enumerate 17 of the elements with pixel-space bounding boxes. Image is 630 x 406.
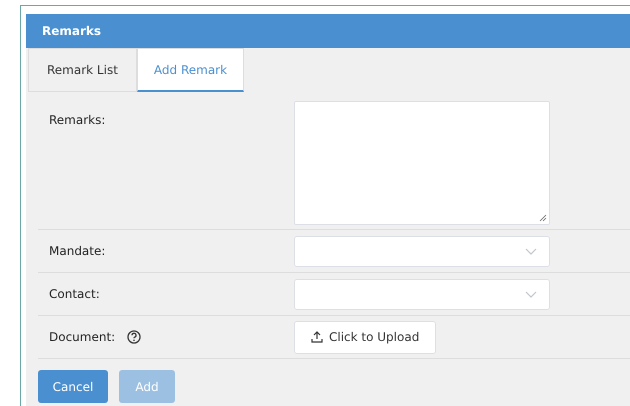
cancel-button[interactable]: Cancel: [38, 370, 108, 403]
field-label: Remarks:: [49, 113, 106, 127]
tab[interactable]: Add Remark: [136, 48, 244, 92]
field-label: Mandate:: [49, 244, 106, 258]
field-label: Contact:: [49, 287, 100, 301]
select-field[interactable]: [294, 236, 550, 266]
upload-button[interactable]: Click to Upload: [294, 320, 436, 354]
field-label: Document:: [49, 330, 116, 344]
chevron-down-icon: [525, 248, 537, 254]
resize-grip-icon[interactable]: [539, 214, 547, 222]
upload-icon: [311, 331, 323, 343]
chevron-down-icon: [525, 290, 537, 298]
select-field[interactable]: [294, 278, 550, 310]
help-icon[interactable]: [127, 330, 142, 344]
tab[interactable]: Remark List: [28, 48, 137, 92]
remarks-field[interactable]: [294, 101, 550, 225]
panel-title: Remarks: [42, 24, 102, 38]
